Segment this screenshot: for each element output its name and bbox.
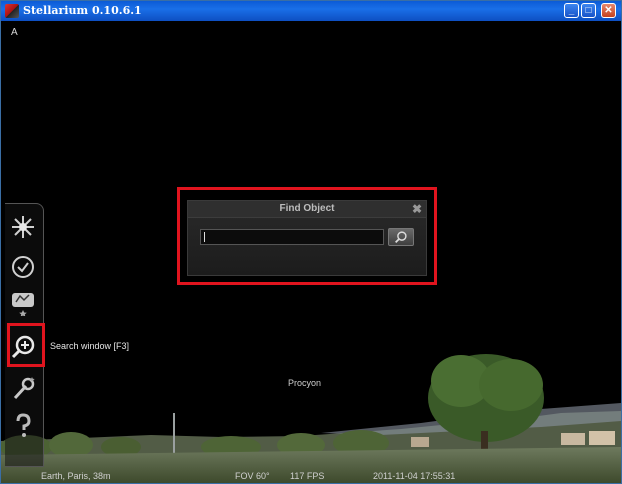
sky-culture-icon: [12, 293, 34, 317]
close-button[interactable]: ✕: [601, 3, 616, 18]
cardinal-label: A: [11, 27, 18, 38]
status-fov: FOV 60°: [235, 471, 270, 481]
sky-view[interactable]: A Search window [F3] Find Object ✖ Procy…: [1, 21, 621, 483]
search-input[interactable]: [200, 229, 384, 245]
minimize-button[interactable]: _: [564, 3, 579, 18]
wrench-icon: [13, 377, 35, 400]
window-title: Stellarium 0.10.6.1: [23, 4, 142, 17]
status-bar: Earth, Paris, 38m FOV 60° 117 FPS 2011-1…: [1, 469, 621, 483]
landscape: [1, 354, 621, 483]
search-button-highlight: [7, 323, 45, 367]
dialog-close-icon[interactable]: ✖: [412, 202, 422, 216]
title-bar[interactable]: Stellarium 0.10.6.1 _ □ ✕: [1, 1, 621, 21]
search-tooltip: Search window [F3]: [50, 341, 130, 351]
status-location: Earth, Paris, 38m: [41, 471, 111, 481]
toolbar-sky-culture-button[interactable]: [10, 290, 36, 317]
star-burst-icon: [12, 216, 34, 238]
star-label-procyon[interactable]: Procyon: [288, 378, 321, 388]
toolbar-time-button[interactable]: [10, 254, 36, 280]
search-submit-button[interactable]: [388, 228, 414, 246]
clock-icon: [12, 256, 34, 278]
status-datetime: 2011-11-04 17:55:31: [373, 471, 456, 481]
app-window: Stellarium 0.10.6.1 _ □ ✕ A Search windo…: [0, 0, 622, 484]
toolbar-star-button[interactable]: [10, 214, 36, 240]
toolbar-configuration-button[interactable]: [10, 376, 36, 402]
search-icon: [395, 231, 407, 243]
toolbar-help-button[interactable]: [10, 412, 36, 438]
find-object-dialog: Find Object ✖: [187, 200, 427, 276]
status-fps: 117 FPS: [290, 471, 325, 481]
dialog-title[interactable]: Find Object: [188, 201, 426, 218]
stellarium-app-icon: [5, 4, 19, 18]
text-caret: [204, 232, 205, 242]
help-icon: [16, 413, 31, 437]
maximize-button[interactable]: □: [581, 3, 596, 18]
